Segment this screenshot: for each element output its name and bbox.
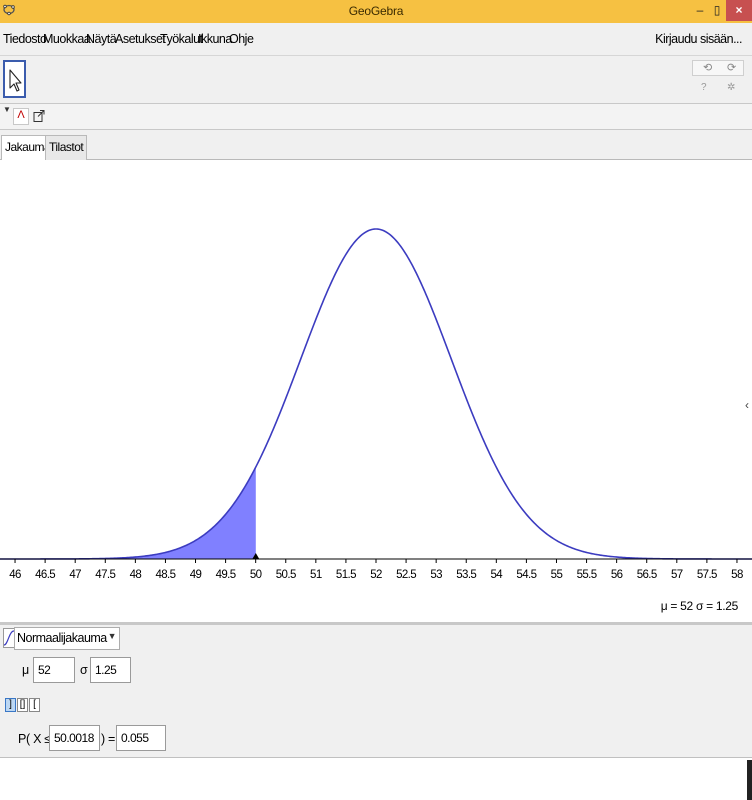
x-tick-label: 50.5	[276, 569, 296, 581]
undo-icon[interactable]: ⟲	[703, 61, 712, 74]
distribution-select[interactable]: Normaalijakauma ▼	[14, 627, 120, 650]
probability-equals: ) =	[101, 732, 116, 746]
menu-ohje[interactable]: Ohje	[229, 32, 254, 46]
x-tick-label: 48	[130, 569, 142, 581]
view-style-bar: ▼ Λ	[0, 104, 752, 130]
normal-curve-chart[interactable]: 46 46.5 47 47.5 48 48.5 49 49.5 50 50.5 51 51.5 52 52…	[0, 160, 752, 622]
menu-ikkuna[interactable]: Ikkuna	[198, 32, 232, 46]
menu-asetukset[interactable]: Asetukset	[115, 32, 166, 46]
x-tick-label: 47	[69, 569, 81, 581]
redo-icon[interactable]: ⟳	[727, 61, 736, 74]
x-tick-label: 56.5	[637, 569, 657, 581]
side-panel-handle-icon[interactable]: ‹	[745, 398, 749, 412]
tab-strip: Jakauma Tilastot	[0, 130, 752, 161]
minimize-button[interactable]: –	[693, 0, 707, 21]
x-tick-label: 47.5	[95, 569, 115, 581]
shaded-probability-area	[0, 467, 256, 559]
probability-bound-input[interactable]: 50.0018	[49, 725, 100, 751]
distribution-graph[interactable]: 46 46.5 47 47.5 48 48.5 49 49.5 50 50.5 51 51.5 52 52…	[0, 160, 752, 622]
sigma-label: σ	[80, 663, 88, 677]
toolbar: ⟲ ⟳ ? ✲	[0, 56, 752, 104]
x-tick-label: 56	[611, 569, 623, 581]
menu-tiedosto[interactable]: Tiedosto	[3, 32, 47, 46]
right-sided-interval-button[interactable]: [	[29, 698, 40, 712]
title-bar: GeoGebra – ▯ ×	[0, 0, 752, 23]
x-tick-label: 54.5	[516, 569, 536, 581]
export-icon[interactable]	[33, 108, 45, 125]
two-sided-interval-button[interactable]: []	[17, 698, 28, 712]
maximize-button[interactable]: ▯	[710, 0, 724, 21]
gear-icon[interactable]: ✲	[727, 82, 735, 93]
tab-tilastot[interactable]: Tilastot	[45, 135, 88, 160]
x-tick-label: 51.5	[336, 569, 356, 581]
x-tick-label: 55.5	[577, 569, 597, 581]
normal-density-curve	[0, 228, 752, 560]
parameters-label: μ = 52 σ = 1.25	[660, 599, 739, 613]
left-sided-interval-button[interactable]: ]	[5, 698, 16, 712]
cursor-arrow-icon	[9, 69, 22, 92]
x-tick-label: 49.5	[216, 569, 236, 581]
x-tick-label: 57	[671, 569, 683, 581]
window-title: GeoGebra	[348, 4, 404, 18]
window-edge	[747, 760, 752, 800]
move-tool-button[interactable]	[3, 60, 26, 98]
x-tick-label: 48.5	[155, 569, 175, 581]
x-tick-label: 55	[551, 569, 563, 581]
menu-tyokalut[interactable]: Työkalut	[160, 32, 203, 46]
x-tick-label: 58	[731, 569, 743, 581]
distribution-view-icon[interactable]: Λ	[13, 108, 29, 125]
close-button[interactable]: ×	[726, 0, 752, 21]
distribution-select-value: Normaalijakauma	[17, 631, 107, 645]
distribution-controls: Normaalijakauma ▼ μ 52 σ 1.25 ] [] [ P( …	[0, 625, 752, 758]
x-tick-label: 53	[430, 569, 442, 581]
signin-link[interactable]: Kirjaudu sisään...	[655, 32, 742, 46]
menu-muokkaa[interactable]: Muokkaa	[43, 32, 91, 46]
toggle-stylebar-icon[interactable]: ▼	[3, 105, 11, 122]
x-tick-label: 52.5	[396, 569, 416, 581]
x-tick-label: 54	[491, 569, 504, 581]
x-tick-label: 50	[250, 569, 262, 581]
probability-prefix: P( X ≤	[18, 732, 51, 746]
undo-redo-group: ⟲ ⟳	[692, 60, 744, 76]
help-icon[interactable]: ?	[701, 82, 707, 93]
x-tick-label: 46.5	[35, 569, 55, 581]
probability-result-field: 0.055	[116, 725, 166, 751]
menu-nayta[interactable]: Näytä	[86, 32, 117, 46]
x-tick-label: 53.5	[456, 569, 476, 581]
x-tick-label: 57.5	[697, 569, 717, 581]
x-tick-label: 52	[370, 569, 382, 581]
x-tick-label: 49	[190, 569, 202, 581]
mu-label: μ	[22, 663, 30, 677]
chevron-down-icon: ▼	[107, 631, 117, 641]
menu-bar: Tiedosto Muokkaa Näytä Asetukset Työkalu…	[0, 23, 752, 56]
x-tick-label: 46	[9, 569, 21, 581]
sigma-input[interactable]: 1.25	[90, 657, 131, 683]
mu-input[interactable]: 52	[33, 657, 75, 683]
x-tick-label: 51	[310, 569, 322, 581]
